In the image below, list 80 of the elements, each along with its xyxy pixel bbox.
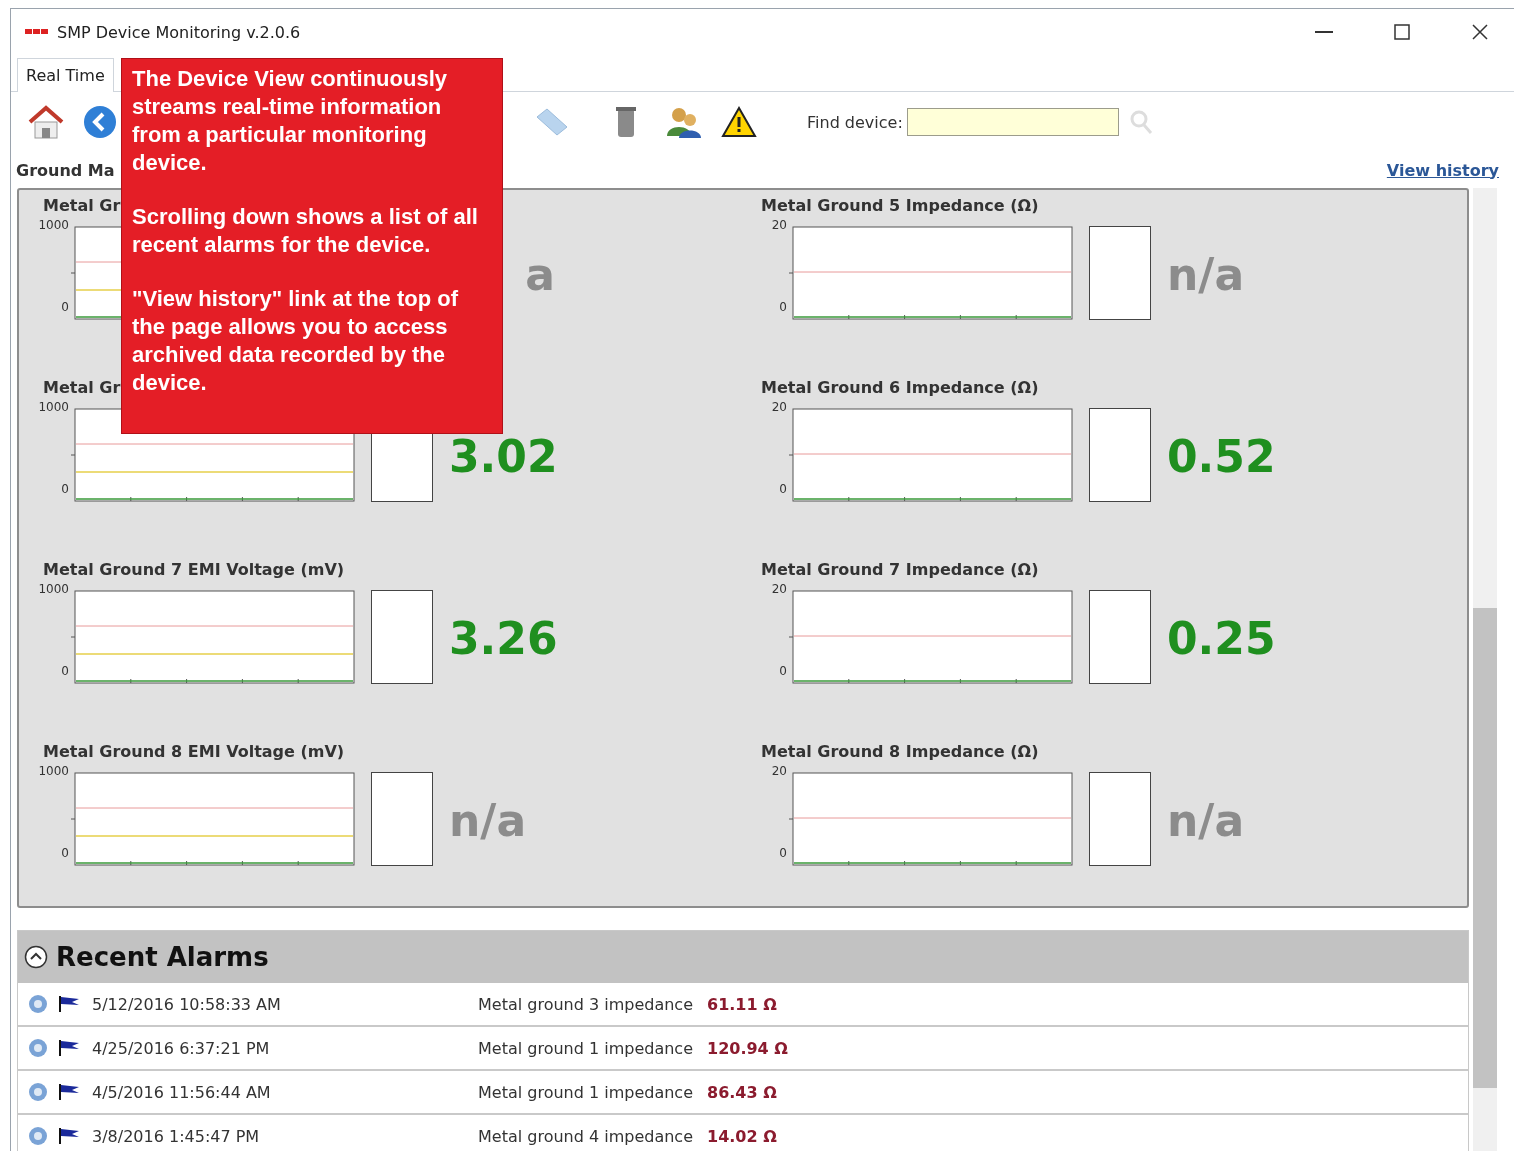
- chart-title: Metal Ground 5 Impedance (Ω): [761, 196, 1039, 217]
- users-icon: [667, 106, 701, 138]
- find-device-label: Find device:: [807, 112, 903, 132]
- find-device-field[interactable]: [906, 108, 1119, 136]
- flag-icon: [58, 1039, 80, 1057]
- flag-icon: [58, 995, 80, 1013]
- maximize-icon: [1394, 24, 1410, 40]
- alarm-description: Metal ground 3 impedance: [478, 994, 693, 1014]
- house-icon: [27, 104, 65, 140]
- tab[interactable]: Real Time: [17, 58, 114, 92]
- search-icon: [1128, 109, 1153, 135]
- back-button[interactable]: [83, 105, 117, 139]
- axis-label: 1000: [38, 400, 69, 414]
- home-button[interactable]: [27, 104, 65, 140]
- alarm-value: 14.02 Ω: [707, 1126, 777, 1146]
- axis-label: 1000: [38, 764, 69, 778]
- chart-title: Metal Ground 7 EMI Voltage (mV): [43, 560, 345, 581]
- chart-title: Metal Ground 6 Impedance (Ω): [761, 378, 1039, 399]
- reading-value: n/a: [1167, 250, 1245, 300]
- alarm-description: Metal ground 1 impedance: [478, 1082, 693, 1102]
- axis-label: 20: [771, 400, 787, 414]
- chart-title: Metal Ground 8 EMI Voltage (mV): [43, 742, 345, 763]
- chevron-icon: [24, 945, 48, 969]
- alarms-title: Recent Alarms: [56, 942, 269, 972]
- info-icon: [28, 1082, 48, 1102]
- axis-label: 0: [61, 664, 69, 678]
- axis-label: 1000: [38, 218, 69, 232]
- trash-can-icon: [615, 105, 637, 139]
- app-logo-icon: [25, 28, 49, 36]
- alarm-time: 3/8/2016 1:45:47 PM: [92, 1126, 261, 1146]
- window-title: SMP Device Monitoring v.2.0.6: [57, 22, 302, 42]
- tag-icon: [535, 107, 569, 137]
- reading-value: n/a: [1167, 796, 1245, 846]
- alarm-time: 4/25/2016 6:37:21 PM: [92, 1038, 271, 1058]
- reading-value: n/a: [449, 796, 527, 846]
- flag-icon: [58, 1083, 80, 1101]
- warning-icon: [721, 106, 757, 138]
- alarm-value: 120.94 Ω: [707, 1038, 788, 1058]
- axis-label: 20: [771, 764, 787, 778]
- chart-title: Metal Gr: [43, 378, 121, 399]
- alarm-time: 5/12/2016 10:58:33 AM: [92, 994, 282, 1014]
- callout-text: "View history" link at the top of the page allows you to access archived data recorded by the device.: [132, 285, 460, 397]
- chart-title: Metal Ground 7 Impedance (Ω): [761, 560, 1039, 581]
- axis-label: 20: [771, 582, 787, 596]
- reading-value: 3.26: [449, 614, 558, 664]
- trash-can-button[interactable]: [615, 105, 637, 139]
- callout-text: The Device View continuously streams real-time information from a particular monitoring device.: [132, 65, 448, 177]
- close-icon: [1472, 24, 1488, 40]
- axis-label: 0: [61, 482, 69, 496]
- flag-icon: [58, 1127, 80, 1145]
- info-icon: [28, 1126, 48, 1146]
- axis-label: 0: [779, 482, 787, 496]
- info-icon: [28, 1038, 48, 1058]
- scrollbar[interactable]: [1473, 188, 1497, 1151]
- axis-label: 0: [61, 300, 69, 314]
- device-name: Ground Ma: [16, 160, 115, 180]
- alarms-button[interactable]: [721, 106, 757, 138]
- callout-text: Scrolling down shows a list of all recent alarms for the device.: [132, 203, 479, 259]
- alarm-value: 61.11 Ω: [707, 994, 777, 1014]
- scrollbar-thumb[interactable]: [1473, 608, 1497, 1088]
- reading-value: 0.25: [1167, 614, 1276, 664]
- minimize-icon: [1315, 31, 1333, 33]
- chart-title: Metal Gr: [43, 196, 121, 217]
- view-history-link[interactable]: View history: [1386, 160, 1499, 180]
- info-icon: [28, 994, 48, 1014]
- axis-label: 0: [779, 664, 787, 678]
- chart-title: Metal Ground 8 Impedance (Ω): [761, 742, 1039, 763]
- alarm-time: 4/5/2016 11:56:44 AM: [92, 1082, 272, 1102]
- alarm-value: 86.43 Ω: [707, 1082, 777, 1102]
- axis-label: 1000: [38, 582, 69, 596]
- alarm-description: Metal ground 4 impedance: [478, 1126, 693, 1146]
- axis-label: 20: [771, 218, 787, 232]
- reading-value: 0.52: [1167, 432, 1276, 482]
- axis-label: 0: [779, 846, 787, 860]
- collapse-button[interactable]: [24, 945, 48, 969]
- alarm-description: Metal ground 1 impedance: [478, 1038, 693, 1058]
- reading-value: 3.02: [449, 432, 558, 482]
- axis-label: 0: [779, 300, 787, 314]
- axis-label: 0: [61, 846, 69, 860]
- users-button[interactable]: [667, 106, 701, 138]
